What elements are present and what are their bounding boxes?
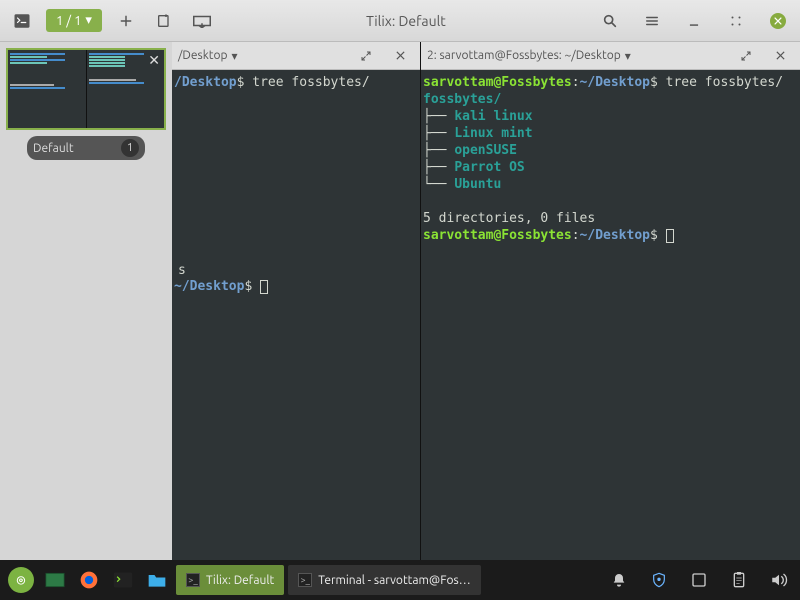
session-counter[interactable]: 1 / 1 ▾ xyxy=(46,9,102,32)
files-icon[interactable] xyxy=(142,565,172,595)
session-count-label: 1 / 1 xyxy=(56,14,81,28)
terminal-2-maximize[interactable] xyxy=(732,42,760,70)
shield-icon[interactable] xyxy=(644,565,674,595)
terminal-container: /Desktop ▾ /Desktop$ tree fossbytes/ s ~… xyxy=(172,42,800,560)
prompt-path-2: ~/Desktop xyxy=(174,279,244,294)
firefox-icon[interactable] xyxy=(74,565,104,595)
terminal-launcher-icon[interactable] xyxy=(108,565,138,595)
close-button[interactable] xyxy=(764,7,792,35)
tree-item: openSUSE xyxy=(454,143,517,158)
taskbar-task-terminal[interactable]: >_ Terminal - sarvottam@Fos… xyxy=(288,565,480,595)
search-button[interactable] xyxy=(596,7,624,35)
taskbar-tray xyxy=(604,565,794,595)
terminal-1-header: /Desktop ▾ xyxy=(172,42,420,70)
thumbnail-label[interactable]: Default 1 xyxy=(27,136,145,160)
show-desktop-button[interactable] xyxy=(40,565,70,595)
tree-item: kali linux xyxy=(454,109,532,124)
terminal-icon[interactable] xyxy=(8,7,36,35)
terminal-1-close[interactable] xyxy=(386,42,414,70)
session-sidebar: ✕ Default 1 xyxy=(0,42,172,560)
thumbnail-badge: 1 xyxy=(121,139,139,157)
prompt-path: ~/Desktop xyxy=(580,75,650,90)
main-content: ✕ Default 1 /Desktop ▾ /Desktop$ tree fo… xyxy=(0,42,800,560)
terminal-pane-2: 2: sarvottam@Fossbytes: ~/Desktop ▾ sarv… xyxy=(420,42,800,560)
thumbnail-name: Default xyxy=(33,142,74,155)
command-text: tree fossbytes/ xyxy=(252,75,369,90)
clipboard-icon[interactable] xyxy=(724,565,754,595)
terminal-2-header: 2: sarvottam@Fossbytes: ~/Desktop ▾ xyxy=(421,42,800,70)
window-title: Tilix: Default xyxy=(232,13,580,29)
terminal-pane-1: /Desktop ▾ /Desktop$ tree fossbytes/ s ~… xyxy=(172,42,420,560)
task-mini-icon: >_ xyxy=(298,573,312,587)
task-mini-icon: >_ xyxy=(186,573,200,587)
task-label: Terminal - sarvottam@Fos… xyxy=(318,574,470,587)
terminal-1-maximize[interactable] xyxy=(352,42,380,70)
chevron-down-icon: ▾ xyxy=(85,13,92,28)
command-text: tree fossbytes/ xyxy=(666,75,783,90)
taskbar-task-tilix[interactable]: >_ Tilix: Default xyxy=(176,565,284,595)
task-label: Tilix: Default xyxy=(206,574,274,587)
terminal-1-body[interactable]: /Desktop$ tree fossbytes/ s ~/Desktop$ xyxy=(172,70,420,560)
cursor-icon xyxy=(666,229,674,243)
prompt-path: /Desktop xyxy=(174,75,237,90)
new-window-button[interactable] xyxy=(150,7,178,35)
app-toolbar: 1 / 1 ▾ Tilix: Default xyxy=(0,0,800,42)
terminal-2-close[interactable] xyxy=(766,42,794,70)
terminal-2-title[interactable]: 2: sarvottam@Fossbytes: ~/Desktop ▾ xyxy=(427,49,726,63)
tree-item: Parrot OS xyxy=(454,160,524,175)
session-thumbnail[interactable]: ✕ xyxy=(6,48,166,130)
chevron-down-icon: ▾ xyxy=(625,49,631,63)
prompt-user-2: sarvottam@Fossbytes xyxy=(423,228,572,243)
volume-icon[interactable] xyxy=(764,565,794,595)
workspace-icon[interactable] xyxy=(684,565,714,595)
tree-item: Linux mint xyxy=(454,126,532,141)
thumbnail-preview xyxy=(6,48,166,130)
tree-item: Ubuntu xyxy=(454,177,501,192)
terminal-1-title[interactable]: /Desktop ▾ xyxy=(178,49,346,63)
notification-icon[interactable] xyxy=(604,565,634,595)
prompt-path-2: ~/Desktop xyxy=(580,228,650,243)
menu-button[interactable] xyxy=(638,7,666,35)
tree-summary: 5 directories, 0 files xyxy=(423,211,595,226)
mint-menu-button[interactable]: ⌾ xyxy=(6,565,36,595)
split-button[interactable] xyxy=(188,7,216,35)
add-tab-button[interactable] xyxy=(112,7,140,35)
terminal-2-body[interactable]: sarvottam@Fossbytes:~/Desktop$ tree foss… xyxy=(421,70,800,560)
minimize-button[interactable] xyxy=(680,7,708,35)
toolbar-left-group: 1 / 1 ▾ xyxy=(8,7,216,35)
taskbar: ⌾ >_ Tilix: Default >_ Terminal - sarvot… xyxy=(0,560,800,600)
chevron-down-icon: ▾ xyxy=(232,49,238,63)
toolbar-right-group xyxy=(596,7,792,35)
tree-root: fossbytes/ xyxy=(423,92,501,107)
thumbnail-close-icon[interactable]: ✕ xyxy=(148,52,160,69)
cursor-icon xyxy=(260,280,268,294)
maximize-button[interactable] xyxy=(722,7,750,35)
prompt-user: sarvottam@Fossbytes xyxy=(423,75,572,90)
